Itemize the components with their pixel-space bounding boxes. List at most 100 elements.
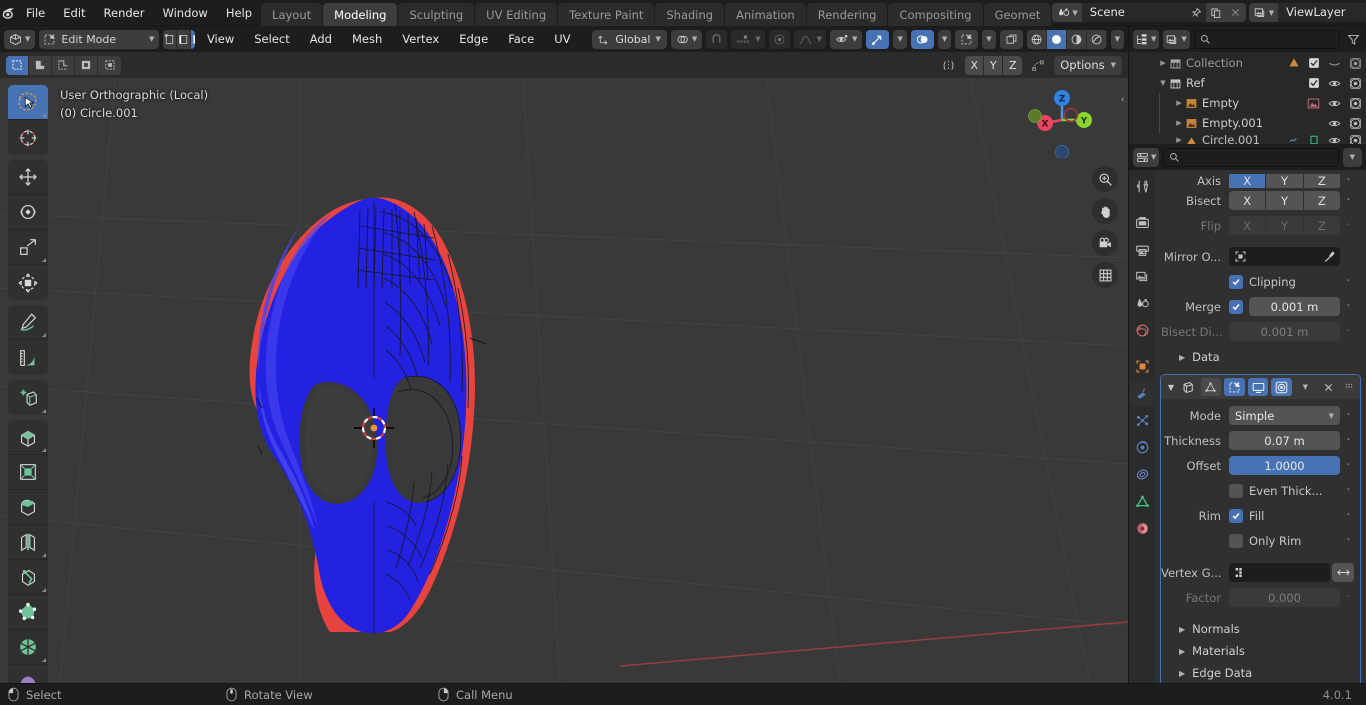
outliner-row-ref[interactable]: ▼ Ref	[1129, 73, 1366, 93]
mirror-bisect-x[interactable]: X	[1229, 191, 1267, 210]
gizmo-toggle[interactable]	[866, 29, 890, 49]
solidify-vertex-group-field[interactable]	[1229, 563, 1330, 582]
expand-triangle-icon[interactable]: ▶	[1157, 59, 1169, 67]
checkbox-icon[interactable]	[1308, 77, 1320, 89]
scale-tool[interactable]	[8, 230, 48, 265]
zoom-gizmo[interactable]	[1092, 166, 1118, 192]
solidify-thickness-value[interactable]: 0.07 m	[1229, 431, 1340, 450]
edge-select-mode[interactable]	[177, 29, 192, 49]
tool-tab[interactable]	[1130, 174, 1154, 199]
snap-target-selector[interactable]: ▼	[731, 29, 765, 49]
camera-view-gizmo[interactable]	[1092, 230, 1118, 256]
loop-cut-tool[interactable]	[8, 525, 48, 560]
workspace-tab-animation[interactable]: Animation	[725, 2, 806, 26]
workspace-tab-compositing[interactable]: Compositing	[888, 2, 983, 26]
solidify-offset-slider[interactable]: 1.0000	[1229, 456, 1340, 475]
camera-render-icon[interactable]	[1349, 57, 1362, 70]
camera-render-icon[interactable]	[1349, 77, 1362, 90]
solidify-edge-data-subpanel[interactable]: ▶ Edge Data	[1161, 662, 1360, 683]
viewport-options-dropdown[interactable]: Options ▼	[1054, 55, 1122, 75]
physics-tab[interactable]	[1130, 435, 1154, 460]
expand-triangle-icon[interactable]: ▶	[1173, 119, 1185, 127]
mirror-bisect-z[interactable]: Z	[1303, 191, 1340, 210]
mirror-axis-y[interactable]: Y	[984, 55, 1004, 75]
select-extend-tool[interactable]	[29, 55, 52, 75]
checkbox-icon[interactable]	[1308, 57, 1320, 69]
solidify-vertex-group-invert[interactable]	[1332, 563, 1354, 582]
mirror-object-field[interactable]	[1229, 247, 1340, 266]
outliner-row-collection[interactable]: ▶ Collection	[1129, 53, 1366, 73]
constraints-tab[interactable]	[1130, 462, 1154, 487]
properties-options-dropdown[interactable]: ▼	[1342, 147, 1362, 167]
solid-shading[interactable]	[1046, 29, 1067, 49]
menu-window[interactable]: Window	[153, 3, 216, 23]
interaction-mode-selector[interactable]: Edit Mode ▼	[39, 29, 160, 49]
world-tab[interactable]	[1130, 318, 1154, 343]
output-tab[interactable]	[1130, 237, 1154, 262]
extrude-region-tool[interactable]	[8, 420, 48, 455]
realtime-display-toggle[interactable]	[1247, 378, 1269, 396]
particles-tab[interactable]	[1130, 408, 1154, 433]
scene-name[interactable]: Scene	[1081, 3, 1186, 22]
transform-orientation-selector[interactable]: Global ▼	[592, 29, 667, 49]
pan-gizmo[interactable]	[1092, 198, 1118, 224]
toggle-xray-button[interactable]	[999, 29, 1023, 49]
workspace-tab-layout[interactable]: Layout	[261, 2, 323, 26]
outliner-row-empty[interactable]: ▶ Empty	[1129, 93, 1366, 113]
mirror-bisect-y[interactable]: Y	[1266, 191, 1304, 210]
knife-tool[interactable]	[8, 560, 48, 595]
on-cage-toggle[interactable]	[1200, 378, 1222, 396]
mirror-bisect-distance-value[interactable]: 0.001 m	[1229, 322, 1340, 341]
xray-toggle[interactable]	[955, 29, 979, 49]
poly-build-tool[interactable]	[8, 595, 48, 630]
modifier-extras-dropdown[interactable]: ▼	[1295, 378, 1316, 396]
mesh-cone-icon[interactable]	[1288, 57, 1300, 69]
blender-logo-icon[interactable]	[0, 4, 17, 21]
solidify-normals-subpanel[interactable]: ▶ Normals	[1161, 618, 1360, 640]
outliner-display-mode-icon[interactable]: ▼	[1163, 29, 1190, 49]
rotate-tool[interactable]	[8, 195, 48, 230]
scene-tab[interactable]	[1130, 291, 1154, 316]
proportional-editing-toggle[interactable]	[768, 29, 790, 49]
mirror-options-icon[interactable]	[936, 56, 961, 75]
shading-options-dropdown[interactable]: ▼	[1110, 29, 1124, 49]
mirror-clipping-checkbox[interactable]	[1229, 274, 1243, 289]
collapse-triangle-icon[interactable]: ▼	[1157, 79, 1169, 87]
scene-selector[interactable]: ▼ Scene	[1052, 3, 1246, 22]
rendered-shading[interactable]	[1087, 29, 1107, 49]
menu-edit[interactable]: Edit	[54, 3, 94, 23]
add-cube-tool[interactable]	[8, 380, 48, 415]
viewport-menu-edge[interactable]: Edge	[451, 29, 496, 49]
mirror-data-subpanel[interactable]: ▶ Data	[1161, 346, 1360, 368]
overlays-toggle[interactable]	[910, 29, 934, 49]
tweak-tool[interactable]	[8, 85, 48, 120]
properties-search-input[interactable]	[1163, 147, 1339, 167]
solidify-modifier-header[interactable]: ▼ ▼	[1161, 375, 1360, 399]
select-box-tool[interactable]	[6, 55, 29, 75]
render-tab[interactable]	[1130, 210, 1154, 235]
viewport-menu-vertex[interactable]: Vertex	[394, 29, 447, 49]
modifier-tab[interactable]	[1130, 381, 1154, 406]
hide-closed-eye-icon[interactable]	[1328, 57, 1341, 70]
mirror-axis-z[interactable]: Z	[1303, 174, 1340, 188]
material-preview-shading[interactable]	[1067, 29, 1087, 49]
remove-scene-button[interactable]	[1225, 3, 1246, 22]
menu-help[interactable]: Help	[217, 3, 261, 23]
vertex-select-mode[interactable]	[163, 29, 178, 49]
measure-tool[interactable]	[8, 340, 48, 375]
mirror-axis-y[interactable]: Y	[1266, 174, 1304, 188]
menu-render[interactable]: Render	[95, 3, 154, 23]
viewport-menu-add[interactable]: Add	[302, 29, 340, 49]
scene-icon[interactable]: ▼	[1052, 3, 1082, 22]
gizmo-options-dropdown[interactable]: ▼	[893, 29, 907, 49]
move-tool[interactable]	[8, 160, 48, 195]
outliner-editor-type-icon[interactable]: ▼	[1133, 29, 1160, 49]
mirror-axis-x[interactable]: X	[965, 55, 985, 75]
viewlayer-selector[interactable]: ▼ ViewLayer	[1248, 3, 1366, 22]
select-subtract-tool[interactable]	[52, 55, 75, 75]
edit-mode-display-toggle[interactable]	[1224, 378, 1245, 396]
navigation-gizmo[interactable]: Z Y X	[1024, 82, 1100, 158]
wireframe-shading[interactable]	[1027, 29, 1047, 49]
show-open-eye-icon[interactable]	[1328, 97, 1341, 110]
camera-render-icon[interactable]	[1349, 97, 1362, 110]
